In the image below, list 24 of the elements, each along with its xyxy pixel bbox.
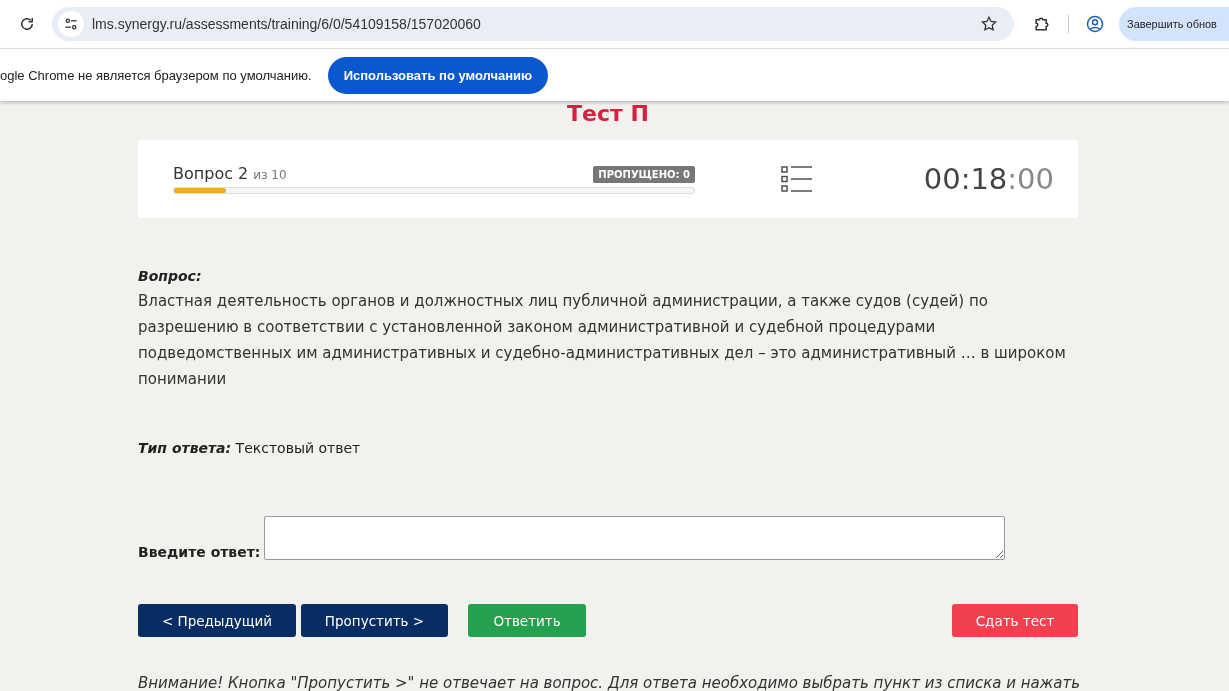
address-bar[interactable]: lms.synergy.ru/assessments/training/6/0/54109158/157020060 (52, 7, 1014, 41)
update-button[interactable]: Завершить обнов (1119, 7, 1229, 41)
bookmark-star-icon[interactable] (980, 15, 998, 33)
notice-text: Внимание! Кнопка "Пропустить >" не отвечает на вопрос. Для ответа необходимо выбрать пункт из списка и нажать (138, 674, 1078, 691)
site-settings-icon[interactable] (58, 11, 84, 37)
nav-button[interactable]: < Предыдущий (138, 604, 296, 637)
question-text: Властная деятельность органов и должностных лиц публичной администрации, а также судов (судей) по разрешению в соответствии с установленной законом административной и судебной процедурами подведомственных им административных и судебно-административных дел – это административный … в широком понимании (138, 291, 1067, 390)
answer-type-value: Текстовый ответ (235, 440, 361, 456)
question-number: Вопрос 2 из 10 (173, 164, 287, 183)
profile-icon[interactable] (1085, 14, 1105, 34)
nav-button[interactable]: Пропустить > (301, 604, 448, 637)
url-text: lms.synergy.ru/assessments/training/6/0/54109158/157020060 (92, 16, 481, 32)
timer: 00:18:00 (923, 162, 1054, 196)
answer-label: Введите ответ: (138, 544, 261, 560)
answer-field[interactable] (264, 516, 1006, 560)
test-title: Тест П (566, 101, 650, 127)
infobar-message: ogle Chrome не является браузером по умолчанию. (0, 67, 312, 83)
question-list-icon[interactable] (781, 165, 813, 193)
submit-test-button[interactable]: Сдать тест (952, 604, 1078, 637)
reload-icon[interactable] (18, 15, 36, 33)
answer-type-label: Тип ответа: (138, 440, 232, 456)
skipped-badge: ПРОПУЩЕНО: 0 (593, 166, 695, 183)
question-label: Вопрос: (138, 268, 203, 284)
set-default-button[interactable]: Использовать по умолчанию (327, 56, 549, 94)
